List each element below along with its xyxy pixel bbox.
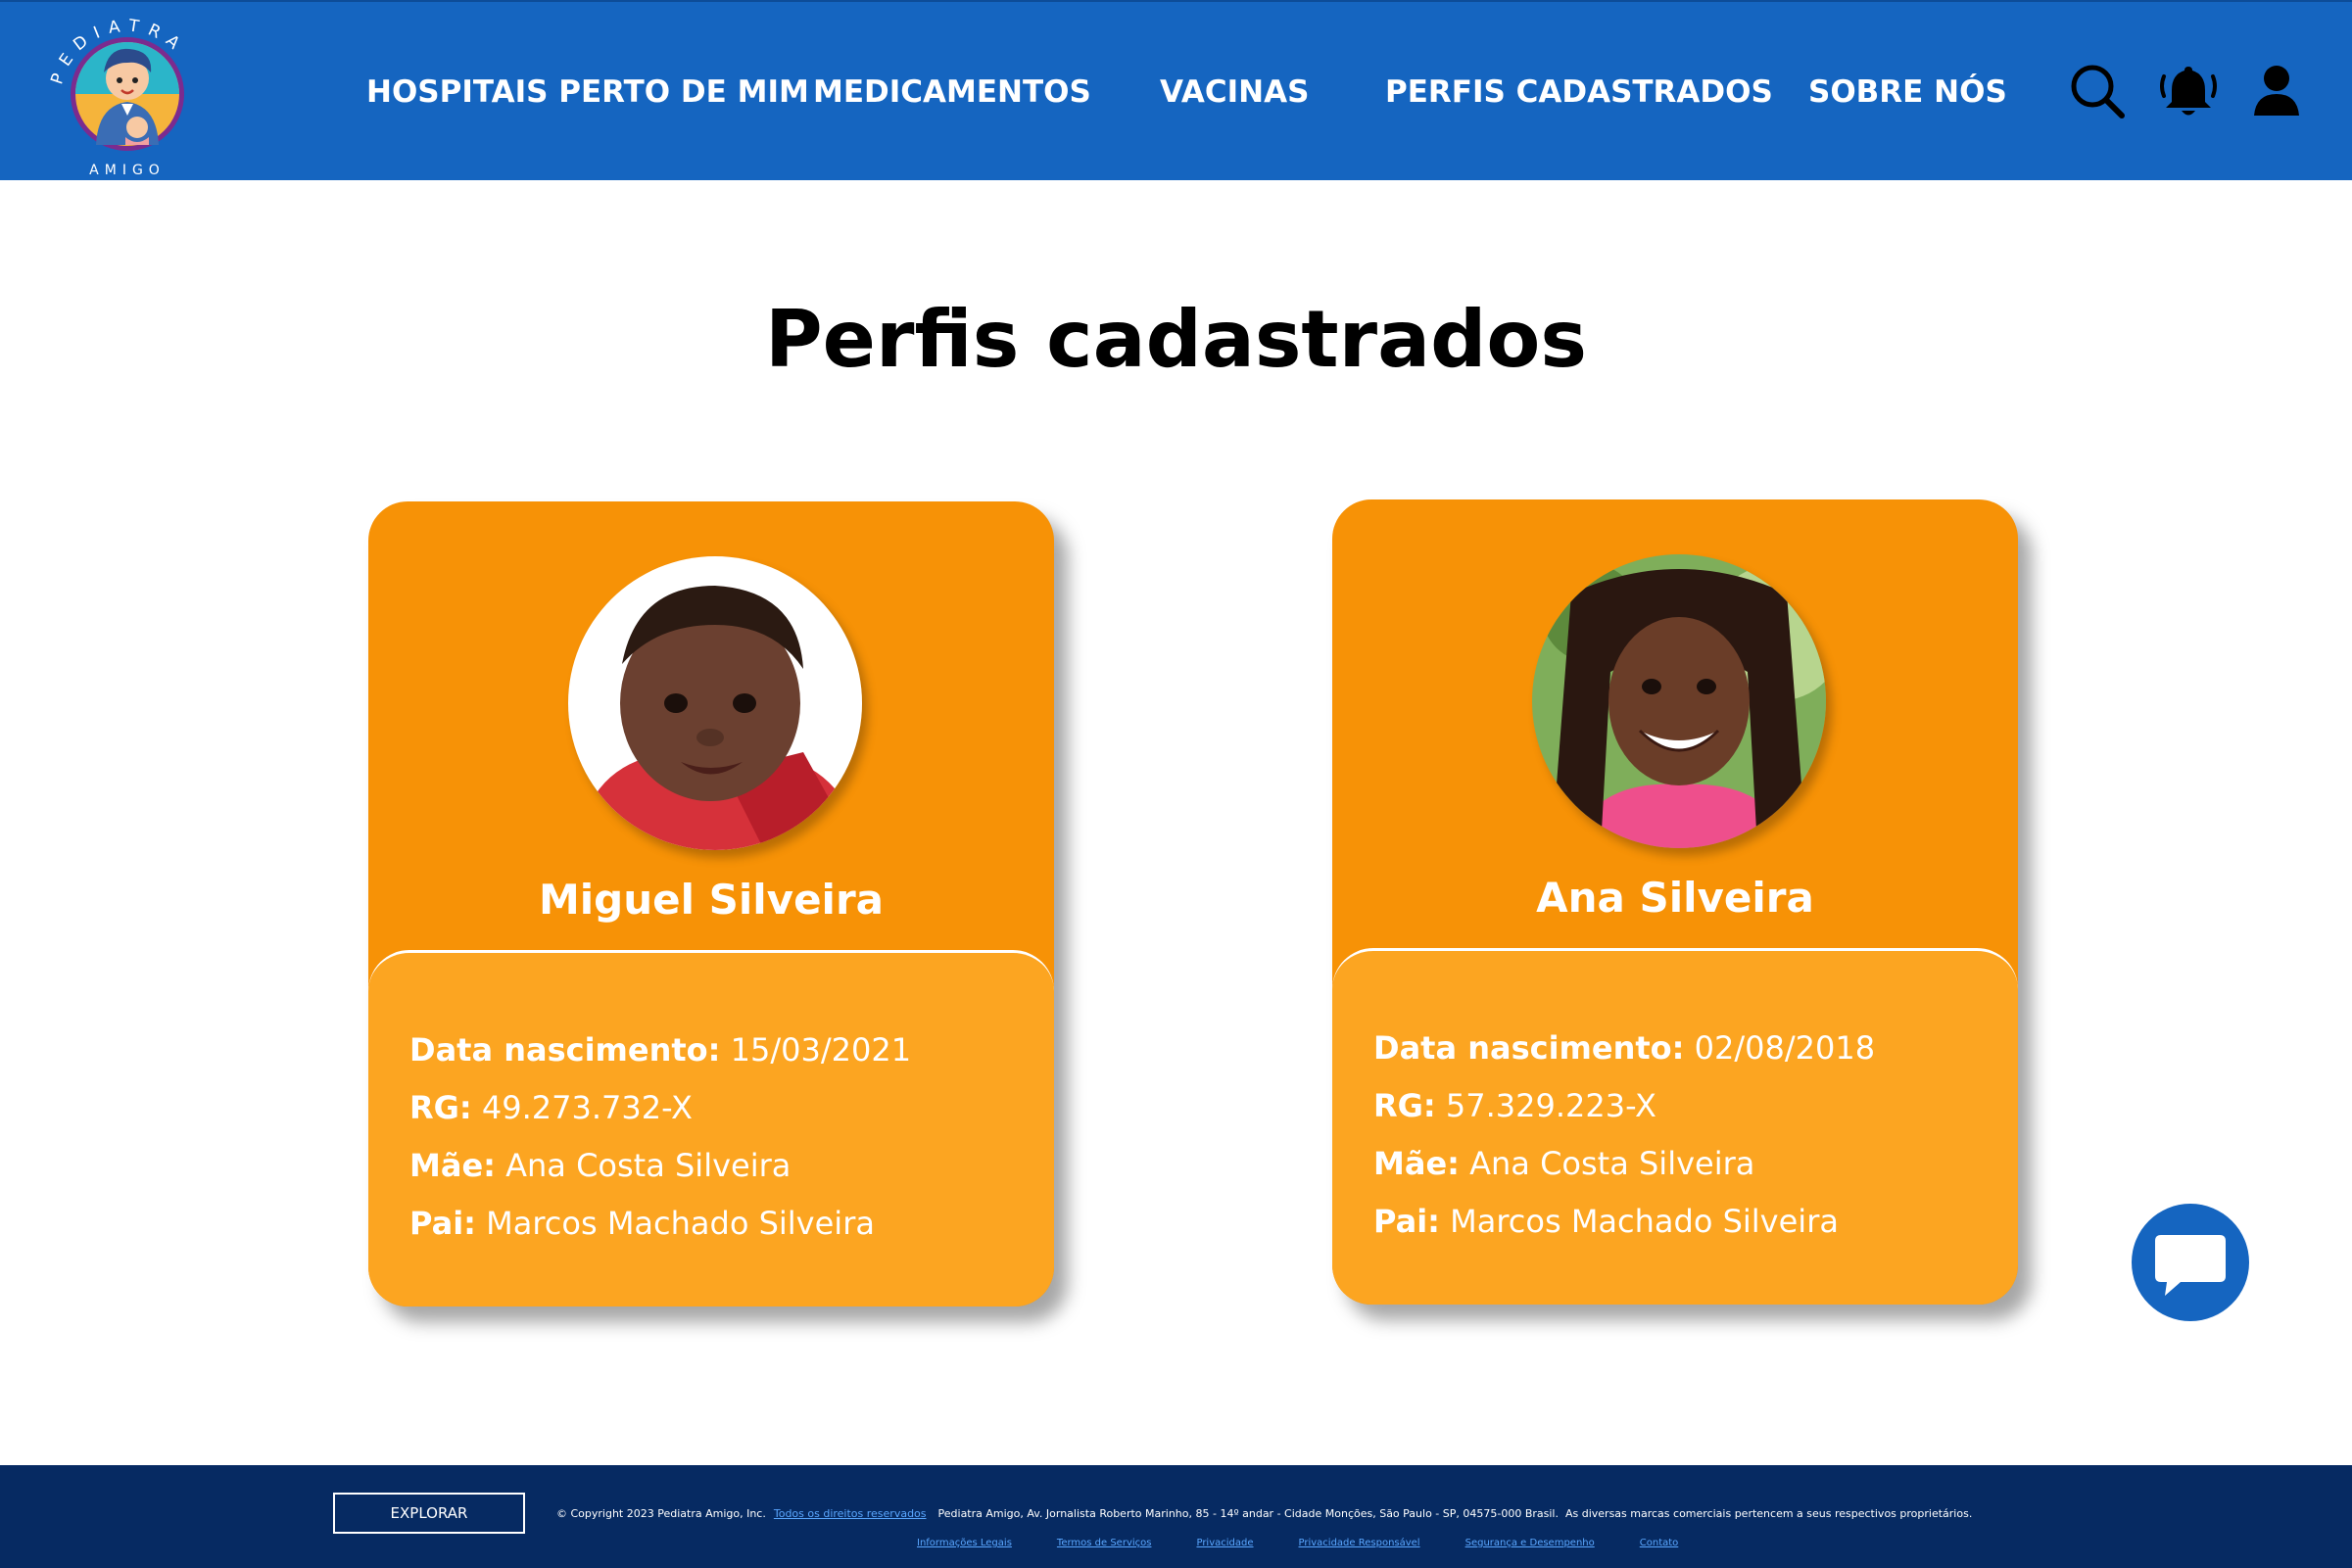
rights-link[interactable]: Todos os direitos reservados (774, 1507, 927, 1520)
nav-sobre-nos[interactable]: SOBRE NÓS (1808, 71, 2007, 114)
footer-link-seguranca[interactable]: Segurança e Desempenho (1465, 1538, 1595, 1548)
explore-button[interactable]: EXPLORAR (333, 1493, 525, 1534)
profile-name: Miguel Silveira (538, 876, 885, 924)
footer-links: Informações Legais Termos de Serviços Priv… (917, 1538, 1723, 1548)
profile-card[interactable]: Ana Silveira Data nascimento: 02/08/2018… (1332, 499, 2018, 1305)
mother-row: Mãe: Ana Costa Silveira (1373, 1145, 1755, 1182)
footer-link-privacidade[interactable]: Privacidade (1196, 1538, 1253, 1548)
chat-icon (2155, 1235, 2226, 1296)
search-icon[interactable] (2069, 63, 2126, 119)
footer-link-privacidade-responsavel[interactable]: Privacidade Responsável (1299, 1538, 1420, 1548)
rg-row: RG: 49.273.732-X (409, 1089, 693, 1126)
footer-link-termos[interactable]: Termos de Serviços (1057, 1538, 1152, 1548)
logo-bottom-text: AMIGO (89, 163, 166, 178)
footer: EXPLORAR © Copyright 2023 Pediatra Amigo… (0, 1465, 2352, 1568)
nav-hospitais[interactable]: HOSPITAIS PERTO DE MIM (366, 71, 809, 114)
pediatra-amigo-logo[interactable]: PEDIATRA AMIGO (39, 8, 216, 178)
father-row: Pai: Marcos Machado Silveira (1373, 1203, 1839, 1240)
nav-perfis-cadastrados[interactable]: PERFIS CADASTRADOS (1385, 71, 1773, 114)
footer-link-contato[interactable]: Contato (1640, 1538, 1679, 1548)
profile-photo (568, 556, 862, 850)
profile-name: Ana Silveira (1536, 874, 1814, 922)
bell-icon[interactable] (2160, 63, 2217, 119)
chat-button[interactable] (2132, 1204, 2249, 1321)
nav-medicamentos[interactable]: MEDICAMENTOS (813, 71, 1091, 114)
profile-info: Data nascimento: 15/03/2021 RG: 49.273.7… (368, 950, 1054, 1307)
birth-row: Data nascimento: 02/08/2018 (1373, 1029, 1876, 1067)
profile-card[interactable]: Miguel Silveira Data nascimento: 15/03/2… (368, 501, 1054, 1307)
footer-legal-text: © Copyright 2023 Pediatra Amigo, Inc. Tod… (556, 1507, 1973, 1520)
nav-vacinas[interactable]: VACINAS (1160, 71, 1309, 114)
profile-info: Data nascimento: 02/08/2018 RG: 57.329.2… (1332, 948, 2018, 1305)
footer-link-informacoes-legais[interactable]: Informações Legais (917, 1538, 1012, 1548)
profile-photo (1532, 554, 1826, 848)
page-title: Perfis cadastrados (765, 294, 1587, 385)
father-row: Pai: Marcos Machado Silveira (409, 1205, 875, 1242)
rg-row: RG: 57.329.223-X (1373, 1087, 1656, 1124)
birth-row: Data nascimento: 15/03/2021 (409, 1031, 912, 1069)
top-navbar: PEDIATRA AMIGO HOSPITAIS PERTO DE MIM ME… (0, 0, 2352, 180)
user-icon[interactable] (2248, 63, 2305, 119)
mother-row: Mãe: Ana Costa Silveira (409, 1147, 792, 1184)
